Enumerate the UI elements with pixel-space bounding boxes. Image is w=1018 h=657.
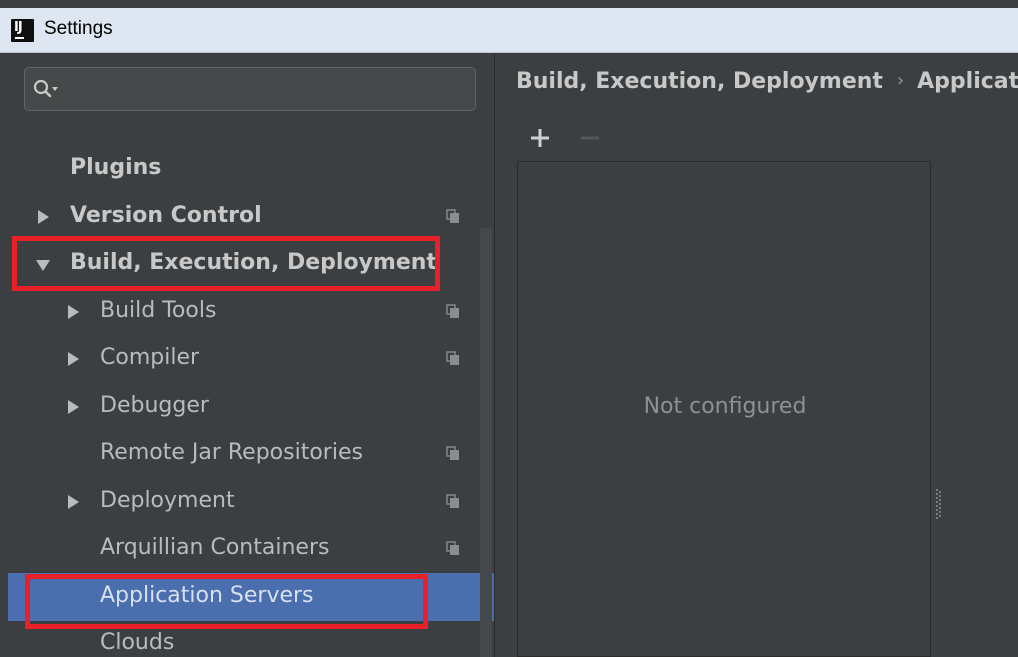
logo-text: IJ xyxy=(14,20,23,35)
search-icon[interactable] xyxy=(33,78,61,100)
sidebar-item-label: Build, Execution, Deployment xyxy=(70,250,437,275)
breadcrumb-parent: Build, Execution, Deployment xyxy=(516,69,883,94)
add-icon[interactable] xyxy=(527,125,553,151)
sidebar-item-debugger[interactable]: Debugger xyxy=(8,383,494,431)
sidebar-item-label: Build Tools xyxy=(100,297,217,323)
search-box[interactable] xyxy=(24,67,476,111)
breadcrumb-current: Applicatio xyxy=(917,69,1018,94)
sidebar-scrollbar[interactable] xyxy=(480,228,492,657)
sidebar-item-plugins[interactable]: Plugins xyxy=(8,145,494,193)
sidebar-item-build-execution-deployment[interactable]: Build, Execution, Deployment xyxy=(8,240,494,288)
sidebar-item-label: Debugger xyxy=(100,392,209,418)
sidebar-item-label: Compiler xyxy=(100,345,200,370)
intellij-logo-icon: IJ xyxy=(11,19,34,42)
sidebar-item-label: Deployment xyxy=(100,487,235,513)
expand-right-arrow-icon[interactable] xyxy=(68,494,79,509)
project-settings-copy-icon xyxy=(446,541,459,555)
empty-state-text: Not configured xyxy=(643,394,807,419)
breadcrumb: Build, Execution, Deployment › Applicatio xyxy=(516,69,1018,94)
project-settings-copy-icon xyxy=(446,303,459,318)
project-settings-copy-icon xyxy=(446,208,459,223)
sidebar-item-deployment[interactable]: Deployment xyxy=(8,478,494,526)
sidebar-item-version-control[interactable]: Version Control xyxy=(8,193,494,241)
sidebar-item-clouds[interactable]: Clouds xyxy=(8,620,494,657)
sidebar-item-label: Application Servers xyxy=(100,582,314,608)
sidebar-item-label: Plugins xyxy=(70,155,162,180)
expand-right-arrow-icon[interactable] xyxy=(68,352,79,366)
breadcrumb-separator: › xyxy=(896,70,905,91)
settings-sidebar: Plugins Version Control Build, Execution, … xyxy=(8,53,494,657)
project-settings-copy-icon xyxy=(446,351,459,365)
expand-right-arrow-icon[interactable] xyxy=(38,209,49,224)
search-input[interactable] xyxy=(65,74,469,106)
title-bar: IJ Settings xyxy=(0,8,1018,53)
application-servers-list[interactable]: Not configured xyxy=(517,161,931,657)
expand-right-arrow-icon[interactable] xyxy=(68,304,79,319)
project-settings-copy-icon xyxy=(446,493,459,508)
expand-down-arrow-icon[interactable] xyxy=(36,260,50,271)
window-title: Settings xyxy=(44,18,113,39)
sidebar-item-compiler[interactable]: Compiler xyxy=(8,335,494,383)
remove-icon[interactable] xyxy=(577,125,603,151)
splitter-grip-icon[interactable] xyxy=(935,489,941,519)
sidebar-item-label: Version Control xyxy=(70,202,262,228)
sidebar-item-remote-jar-repositories[interactable]: Remote Jar Repositories xyxy=(8,430,494,478)
settings-window: IJ Settings Plugins Version Control Build,… xyxy=(0,0,1018,657)
sidebar-item-arquillian-containers[interactable]: Arquillian Containers xyxy=(8,525,494,573)
sidebar-item-application-servers[interactable]: Application Servers xyxy=(8,572,494,621)
sidebar-item-label: Arquillian Containers xyxy=(100,535,330,560)
expand-right-arrow-icon[interactable] xyxy=(68,399,79,414)
logo-bar xyxy=(15,37,24,39)
sidebar-item-label: Clouds xyxy=(100,630,175,655)
sidebar-item-build-tools[interactable]: Build Tools xyxy=(8,288,494,336)
sidebar-item-label: Remote Jar Repositories xyxy=(100,440,363,465)
project-settings-copy-icon xyxy=(446,446,459,460)
application-servers-panel: Build, Execution, Deployment›Applicatio … xyxy=(494,53,1018,657)
